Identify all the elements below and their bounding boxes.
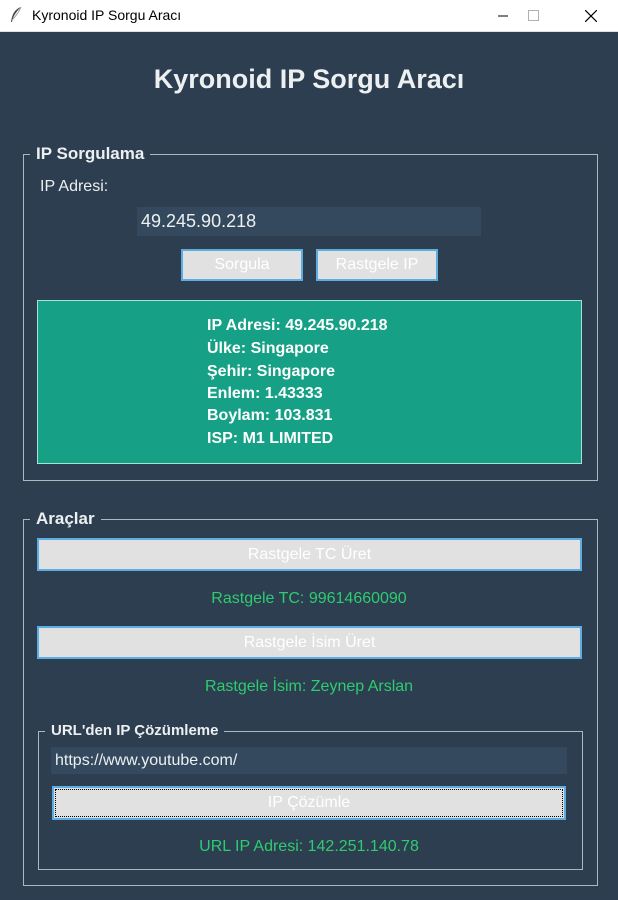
feather-icon bbox=[9, 6, 23, 24]
url-resolve-frame-title: URL'den IP Çözümleme bbox=[45, 722, 225, 739]
ip-address-input[interactable]: 49.245.90.218 bbox=[137, 207, 481, 236]
random-tc-button[interactable]: Rastgele TC Üret bbox=[37, 538, 582, 571]
page-title: Kyronoid IP Sorgu Aracı bbox=[153, 64, 465, 94]
result-isp: ISP: M1 LIMITED bbox=[207, 430, 334, 447]
result-country: Ülke: Singapore bbox=[207, 340, 329, 357]
result-ip: IP Adresi: 49.245.90.218 bbox=[207, 317, 388, 334]
window-titlebar: Kyronoid IP Sorgu Aracı bbox=[0, 0, 618, 32]
tools-frame-title: Araçlar bbox=[30, 509, 101, 529]
ip-query-frame-title: IP Sorgulama bbox=[30, 144, 151, 164]
close-button[interactable] bbox=[568, 0, 614, 31]
result-latitude: Enlem: 1.43333 bbox=[207, 385, 323, 402]
query-button[interactable]: Sorgula bbox=[181, 249, 303, 281]
random-ip-button[interactable]: Rastgele IP bbox=[316, 249, 438, 281]
url-ip-result: URL IP Adresi: 142.251.140.78 bbox=[199, 838, 419, 855]
random-name-button[interactable]: Rastgele İsim Üret bbox=[37, 626, 582, 659]
ip-address-label: IP Adresi: bbox=[40, 178, 109, 195]
result-city: Şehir: Singapore bbox=[207, 363, 336, 380]
url-input[interactable]: https://www.youtube.com/ bbox=[51, 747, 567, 774]
result-longitude: Boylam: 103.831 bbox=[207, 407, 333, 424]
random-name-result: Rastgele İsim: Zeynep Arslan bbox=[204, 678, 414, 695]
random-tc-result: Rastgele TC: 99614660090 bbox=[211, 590, 407, 607]
maximize-button[interactable] bbox=[510, 0, 556, 31]
window-title: Kyronoid IP Sorgu Aracı bbox=[32, 7, 182, 23]
ip-result-box: IP Adresi: 49.245.90.218 Ülke: Singapore… bbox=[37, 300, 582, 464]
resolve-ip-button[interactable]: IP Çözümle bbox=[52, 786, 566, 820]
